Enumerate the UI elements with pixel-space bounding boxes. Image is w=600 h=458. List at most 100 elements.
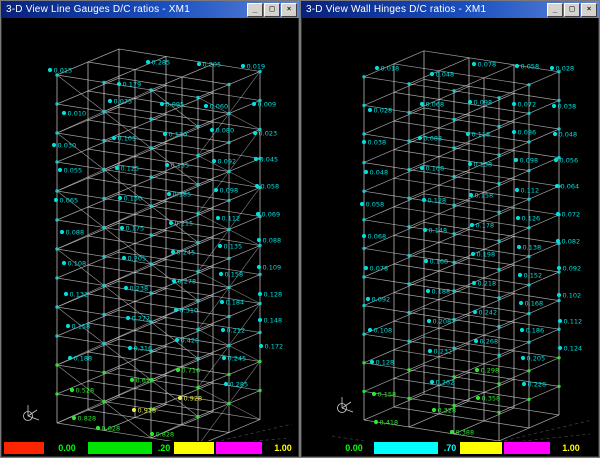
gauge-dot[interactable] xyxy=(449,429,455,435)
gauge-dot[interactable] xyxy=(363,169,369,175)
gauge-dot[interactable] xyxy=(419,101,425,107)
hinge-dot[interactable] xyxy=(102,167,106,172)
hinge-dot[interactable] xyxy=(497,410,501,415)
gauge-dot[interactable] xyxy=(254,183,260,189)
gauge-dot[interactable] xyxy=(374,65,380,71)
hinge-dot[interactable] xyxy=(452,346,456,350)
gauge-dot[interactable] xyxy=(203,103,209,109)
hinge-dot[interactable] xyxy=(497,181,501,186)
hinge-dot[interactable] xyxy=(227,285,231,290)
gauge-dot[interactable] xyxy=(61,260,67,266)
hinge-dot[interactable] xyxy=(102,254,106,259)
gauge-dot[interactable] xyxy=(51,142,57,148)
gauge-dot[interactable] xyxy=(220,327,226,333)
gauge-dot[interactable] xyxy=(423,258,429,264)
hinge-dot[interactable] xyxy=(55,247,59,251)
gauge-dot[interactable] xyxy=(552,131,558,137)
hinge-dot[interactable] xyxy=(196,385,200,390)
gauge-dot[interactable] xyxy=(123,285,129,291)
gauge-dot[interactable] xyxy=(472,309,478,315)
gauge-dot[interactable] xyxy=(371,391,377,397)
gauge-dot[interactable] xyxy=(175,367,181,373)
hinge-dot[interactable] xyxy=(407,82,411,86)
gauge-dot[interactable] xyxy=(252,130,258,136)
hinge-dot[interactable] xyxy=(149,233,153,237)
hinge-dot[interactable] xyxy=(557,356,561,360)
hinge-dot[interactable] xyxy=(196,95,200,100)
hinge-dot[interactable] xyxy=(362,361,366,365)
gauge-dot[interactable] xyxy=(168,220,174,226)
gauge-dot[interactable] xyxy=(218,271,224,277)
hinge-dot[interactable] xyxy=(452,317,456,322)
hinge-dot[interactable] xyxy=(362,160,366,165)
gauge-dot[interactable] xyxy=(114,165,120,171)
gauge-dot[interactable] xyxy=(373,419,379,425)
minimize-button[interactable]: _ xyxy=(547,2,563,17)
hinge-dot[interactable] xyxy=(102,138,106,143)
gauge-dot[interactable] xyxy=(555,211,561,217)
gauge-dot[interactable] xyxy=(166,191,172,197)
hinge-dot[interactable] xyxy=(527,226,531,230)
hinge-dot[interactable] xyxy=(196,211,200,216)
gauge-dot[interactable] xyxy=(116,81,122,87)
gauge-dot[interactable] xyxy=(125,315,131,321)
gauge-dot[interactable] xyxy=(173,307,179,313)
gauge-dot[interactable] xyxy=(121,255,127,261)
hinge-dot[interactable] xyxy=(196,269,200,274)
hinge-dot[interactable] xyxy=(55,160,59,164)
hinge-dot[interactable] xyxy=(362,75,366,79)
hinge-dot[interactable] xyxy=(196,327,200,332)
gauge-dot[interactable] xyxy=(67,355,73,361)
maximize-button[interactable]: □ xyxy=(264,2,280,17)
hinge-dot[interactable] xyxy=(407,110,411,115)
gauge-dot[interactable] xyxy=(471,61,477,67)
hinge-dot[interactable] xyxy=(258,243,262,248)
gauge-dot[interactable] xyxy=(549,65,555,71)
gauge-dot[interactable] xyxy=(429,71,435,77)
gauge-dot[interactable] xyxy=(557,345,563,351)
hinge-dot[interactable] xyxy=(362,218,366,222)
gauge-dot[interactable] xyxy=(177,395,183,401)
hinge-dot[interactable] xyxy=(452,89,456,93)
view-canvas-line-gauges[interactable]: 0.015 0.179 0.285 0.205 0.019 0.010 0.075 0.095… xyxy=(2,18,298,456)
hinge-dot[interactable] xyxy=(258,301,262,306)
gauge-dot[interactable] xyxy=(145,59,151,65)
hinge-dot[interactable] xyxy=(227,82,231,87)
hinge-dot[interactable] xyxy=(497,324,501,329)
gauge-dot[interactable] xyxy=(514,187,520,193)
hinge-dot[interactable] xyxy=(102,370,106,375)
gauge-dot[interactable] xyxy=(467,99,473,105)
gauge-dot[interactable] xyxy=(517,272,523,278)
hinge-dot[interactable] xyxy=(407,339,411,343)
structure-view-wall-hinges[interactable]: 0.018 0.048 0.078 0.058 0.028 0.028 0.068 0.098… xyxy=(302,18,598,456)
gauge-dot[interactable] xyxy=(469,222,475,228)
gauge-dot[interactable] xyxy=(257,317,263,323)
gauge-dot[interactable] xyxy=(363,265,369,271)
hinge-dot[interactable] xyxy=(362,189,366,193)
hinge-dot[interactable] xyxy=(227,111,231,116)
hinge-dot[interactable] xyxy=(102,341,106,346)
gauge-dot[interactable] xyxy=(553,157,559,163)
gauge-dot[interactable] xyxy=(65,323,71,329)
hinge-dot[interactable] xyxy=(196,240,200,245)
gauge-dot[interactable] xyxy=(256,237,262,243)
hinge-dot[interactable] xyxy=(102,196,106,201)
gauge-dot[interactable] xyxy=(251,101,257,107)
gauge-dot[interactable] xyxy=(196,61,202,67)
gauge-dot[interactable] xyxy=(426,318,432,324)
hinge-dot[interactable] xyxy=(557,270,561,274)
gauge-dot[interactable] xyxy=(551,103,557,109)
hinge-dot[interactable] xyxy=(55,218,59,222)
hinge-dot[interactable] xyxy=(227,256,231,261)
hinge-dot[interactable] xyxy=(362,389,366,394)
gauge-dot[interactable] xyxy=(361,233,367,239)
hinge-dot[interactable] xyxy=(196,414,200,419)
gauge-dot[interactable] xyxy=(59,229,65,235)
hinge-dot[interactable] xyxy=(258,388,262,393)
close-button[interactable]: × xyxy=(581,2,597,17)
hinge-dot[interactable] xyxy=(497,239,501,243)
hinge-dot[interactable] xyxy=(196,298,200,303)
gauge-dot[interactable] xyxy=(521,381,527,387)
hinge-dot[interactable] xyxy=(407,167,411,172)
hinge-dot[interactable] xyxy=(149,117,153,121)
